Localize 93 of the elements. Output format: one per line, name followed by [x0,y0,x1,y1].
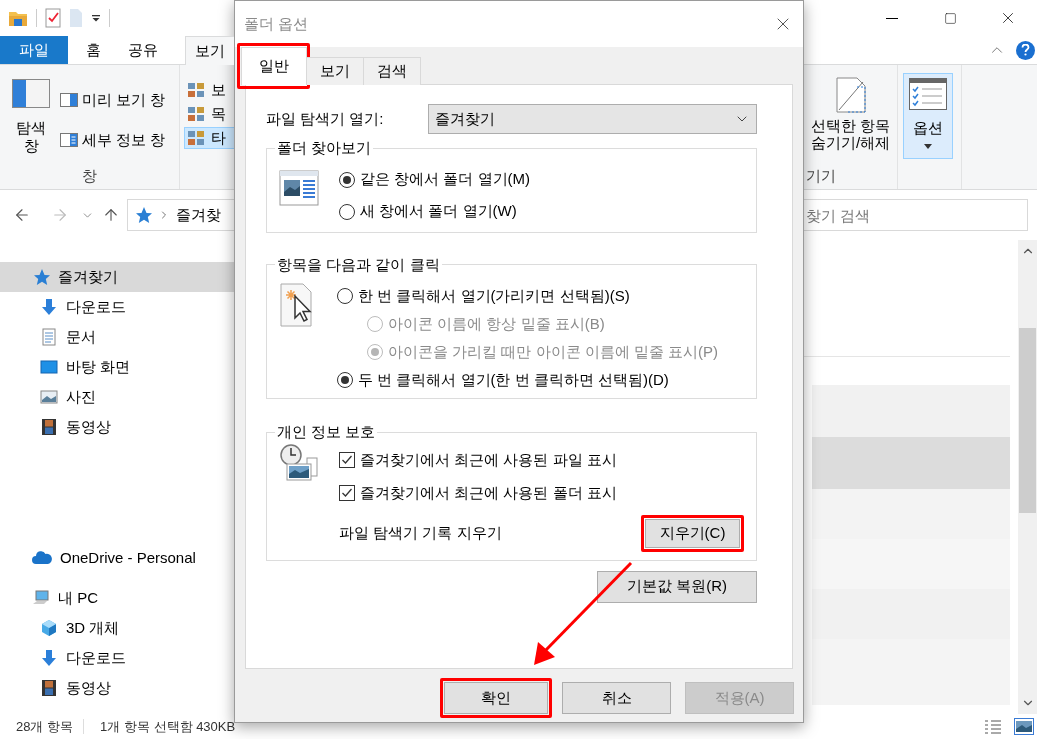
checkbox[interactable] [339,485,355,501]
down-arrow-icon [40,649,58,667]
preview-pane-button[interactable]: 미리 보기 창 [60,89,166,112]
folder-icon[interactable] [8,9,28,27]
picture-icon [40,388,58,406]
check-icon [341,487,353,499]
pane-icon [60,93,78,108]
group-label: 창 [82,166,97,186]
nav-item[interactable]: 즐겨찾기 [0,262,234,292]
status-text: 28개 항목 [15,717,75,736]
dialog-button[interactable]: 취소 [562,682,671,714]
group-title: 개인 정보 보호 [276,422,377,442]
option-label: 새 창에서 폴더 열기(W) [360,201,517,222]
clear-history-label: 파일 탐색기 기록 지우기 [339,522,502,543]
dialog-tab[interactable]: 일반 [241,47,307,85]
hide-selected-button[interactable]: 선택한 항목 숨기기/해제 [804,65,897,165]
checkbox[interactable] [339,452,355,468]
option-label: 한 번 클릭해서 열기(가리키면 선택됨)(S) [358,285,630,306]
dialog-button[interactable]: 확인 [444,682,548,714]
checkbox-label: 즐겨찾기에서 최근에 사용된 파일 표시 [360,449,617,470]
options-button[interactable]: 옵션 [903,73,953,159]
option-label: 아이콘 이름에 항상 밑줄 표시(B) [388,313,605,334]
scrollbar[interactable] [1018,240,1037,714]
down-arrow-icon [40,298,58,316]
maximize-icon [943,11,957,25]
cloud-icon [32,551,52,565]
radio-button[interactable] [339,203,355,220]
nav-item[interactable]: 바탕 화면 [0,352,234,382]
minimize-icon [886,17,898,19]
star-icon [32,268,50,286]
dialog-tab[interactable]: 검색 [363,57,421,85]
check-icon [341,454,353,466]
checkbox-label: 즐겨찾기에서 최근에 사용된 폴더 표시 [360,482,617,503]
large-icons-view-icon[interactable] [1014,718,1034,735]
dropdown-icon[interactable] [91,13,101,23]
help-icon[interactable] [1016,40,1035,60]
group-title: 폴더 찾아보기 [276,138,373,158]
pane-icon [60,132,78,147]
dialog-title: 폴더 옵션 [244,13,309,34]
nav-item[interactable]: 다운로드 [0,292,234,322]
layout-option[interactable]: 타 [184,127,234,149]
document-icon [40,328,58,346]
layout-icon [187,130,205,146]
open-explorer-dropdown[interactable]: 즐겨찾기 [428,104,757,134]
pane-icon [12,79,50,108]
checkmark-document-icon[interactable] [45,8,61,28]
group-title: 항목을 다음과 같이 클릭 [276,254,441,275]
option-label: 같은 창에서 폴더 열기(M) [360,169,530,190]
ribbon-tab[interactable]: 홈 [68,36,118,64]
navigation-pane-button[interactable]: 탐색 창 [12,79,50,165]
desktop-icon [40,358,58,376]
ribbon-tab[interactable]: 파일 [0,36,68,64]
checklist-icon [909,78,947,110]
film-icon [40,679,58,697]
caret-icon [924,143,932,149]
radio-button[interactable] [339,171,355,188]
details-pane-button[interactable]: 세부 정보 창 [60,128,166,151]
nav-item[interactable]: 동영상 [0,673,234,703]
layout-icon [187,82,205,98]
up-icon[interactable] [102,206,120,224]
status-text: 1개 항목 선택함 430KB [99,717,236,736]
clear-button[interactable]: 지우기(C) [645,518,740,548]
nav-item[interactable]: 다운로드 [0,643,234,673]
radio-button[interactable] [337,372,353,388]
radio-button[interactable] [337,288,353,304]
cube-icon [40,619,58,637]
nav-item[interactable]: 내 PC [0,583,234,613]
clock-picture-icon [279,443,319,484]
layout-option[interactable]: 목 [184,103,234,125]
nav-item[interactable]: 동영상 [0,412,234,442]
group-label: 기기 [805,166,837,186]
window-icon [279,167,319,208]
nav-item[interactable]: 문서 [0,322,234,352]
film-icon [40,418,58,436]
restore-defaults-button[interactable]: 기본값 복원(R) [597,570,757,603]
nav-item[interactable]: 3D 개체 [0,613,234,643]
search-field[interactable]: 찾기 검색 [804,199,1028,231]
option-label: 아이콘을 가리킬 때만 아이콘 이름에 밑줄 표시(P) [388,341,718,362]
document-cursor-icon [279,282,315,328]
address-bar[interactable]: 즐겨찾 [127,199,234,231]
back-icon[interactable] [13,206,31,224]
layout-icon [187,106,205,122]
ribbon-tab[interactable]: 공유 [118,36,168,64]
option-label: 두 번 클릭해서 열기(한 번 클릭하면 선택됨)(D) [358,369,669,390]
dialog-tab[interactable]: 보기 [306,57,364,85]
nav-item[interactable]: 사진 [0,382,234,412]
open-explorer-label: 파일 탐색기 열기: [266,108,385,129]
nav-item[interactable]: OneDrive - Personal [0,543,234,573]
ribbon-tab[interactable]: 보기 [185,36,234,65]
hidden-document-icon [835,77,866,113]
computer-icon [32,589,50,607]
star-icon [134,206,152,224]
layout-option[interactable]: 보 [184,79,234,101]
